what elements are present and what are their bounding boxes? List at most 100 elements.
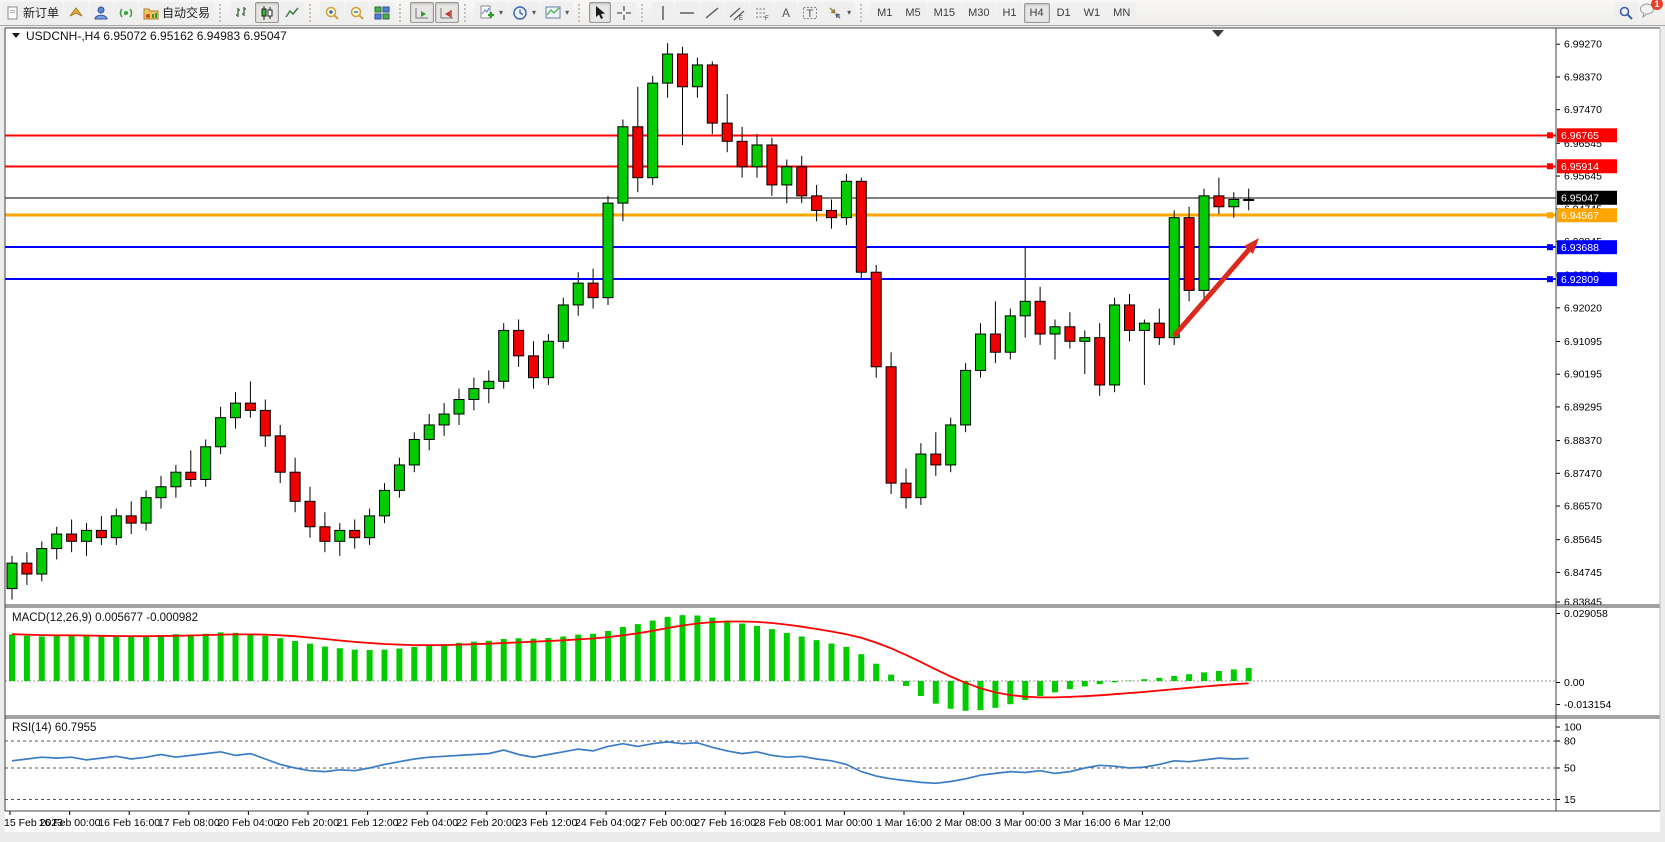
tf-button-m5[interactable]: M5 xyxy=(899,3,926,23)
cursor-tool-button[interactable] xyxy=(589,2,611,23)
candle-body xyxy=(335,530,345,541)
candle-body xyxy=(216,418,226,447)
clock-icon xyxy=(512,5,528,21)
signals-button[interactable] xyxy=(114,2,138,23)
equidistant-channel-icon: E xyxy=(729,5,745,21)
time-tick-label: 20 Feb 20:00 xyxy=(277,817,339,829)
dropdown-arrow-icon: ▾ xyxy=(532,8,536,17)
line-anchor-square[interactable] xyxy=(1547,163,1553,169)
candle-body xyxy=(618,127,628,203)
candle-body xyxy=(245,403,255,410)
gold-hat-icon xyxy=(68,5,84,21)
line-anchor-square[interactable] xyxy=(1547,212,1553,218)
tf-button-mn[interactable]: MN xyxy=(1107,3,1136,23)
time-tick-label: 3 Mar 16:00 xyxy=(1055,817,1111,829)
vertical-line-tool-button[interactable] xyxy=(652,2,674,23)
new-order-button[interactable]: 新订单 xyxy=(2,2,63,23)
time-tick-label: 3 Mar 00:00 xyxy=(995,817,1051,829)
candle-body xyxy=(484,381,494,388)
vertical-line-icon xyxy=(656,5,670,21)
chart-shift-button[interactable] xyxy=(435,2,459,23)
community-button[interactable] xyxy=(89,2,113,23)
periods-button[interactable]: ▾ xyxy=(508,2,540,23)
auto-trading-icon xyxy=(143,5,159,21)
text-a-icon: A xyxy=(779,5,793,20)
rsi-axis-label: 50 xyxy=(1564,763,1576,775)
price-label-text: 6.92809 xyxy=(1561,274,1599,286)
search-button[interactable] xyxy=(1614,2,1638,23)
tf-button-h1[interactable]: H1 xyxy=(996,3,1022,23)
candle-body xyxy=(648,83,658,178)
candle-body xyxy=(394,465,404,490)
price-tick-label: 6.85645 xyxy=(1564,534,1602,546)
auto-trading-button[interactable]: 自动交易 xyxy=(139,2,214,23)
tf-button-m15[interactable]: M15 xyxy=(928,3,961,23)
time-tick-label: 6 Mar 12:00 xyxy=(1114,817,1170,829)
tf-button-m1[interactable]: M1 xyxy=(871,3,898,23)
candle-body xyxy=(439,414,449,425)
chart-canvas[interactable]: 6.992706.983706.974706.965456.956456.947… xyxy=(0,26,1665,842)
candle-body xyxy=(37,549,47,574)
candle-body xyxy=(633,127,643,178)
time-tick-label: 1 Mar 16:00 xyxy=(876,817,932,829)
shapes-tool-button[interactable]: ▾ xyxy=(823,2,855,23)
tf-button-h4[interactable]: H4 xyxy=(1024,3,1050,23)
price-tick-label: 6.86570 xyxy=(1564,501,1602,513)
time-tick-label: 1 Mar 00:00 xyxy=(816,817,872,829)
tf-button-d1[interactable]: D1 xyxy=(1051,3,1077,23)
new-order-icon xyxy=(6,6,20,20)
auto-scroll-button[interactable] xyxy=(410,2,434,23)
price-tick-label: 6.91095 xyxy=(1564,336,1602,348)
candle-body xyxy=(946,425,956,465)
bar-chart-icon xyxy=(234,5,250,21)
candle-body xyxy=(1035,301,1045,334)
line-anchor-square[interactable] xyxy=(1547,132,1553,138)
candle-body xyxy=(827,210,837,217)
candlestick-mode-button[interactable] xyxy=(255,2,279,23)
bar-chart-mode-button[interactable] xyxy=(230,2,254,23)
svg-text:A: A xyxy=(782,6,790,20)
rsi-axis-label: 80 xyxy=(1564,736,1576,748)
candle-body xyxy=(1095,338,1105,385)
candle-body xyxy=(22,563,32,574)
price-label-text: 6.93688 xyxy=(1561,242,1599,254)
toolbar-separator xyxy=(641,4,647,22)
candle-body xyxy=(260,410,270,435)
zoom-out-button[interactable] xyxy=(345,2,369,23)
zoom-in-button[interactable] xyxy=(320,2,344,23)
notifications-button[interactable]: 1 xyxy=(1639,2,1657,23)
channel-tool-button[interactable]: E xyxy=(725,2,749,23)
candle-body xyxy=(1080,338,1090,342)
chart-window[interactable]: 6.992706.983706.974706.965456.956456.947… xyxy=(0,26,1665,842)
candle-body xyxy=(663,54,673,83)
trendline-tool-button[interactable] xyxy=(700,2,724,23)
market-button[interactable] xyxy=(64,2,88,23)
line-anchor-square[interactable] xyxy=(1547,244,1553,250)
add-indicator-button[interactable]: ▾ xyxy=(475,2,507,23)
templates-button[interactable]: ▾ xyxy=(541,2,573,23)
tile-windows-button[interactable] xyxy=(370,2,394,23)
candle-body xyxy=(1184,218,1194,291)
time-tick-label: 17 Feb 08:00 xyxy=(158,817,220,829)
candle-body xyxy=(1005,316,1015,352)
text-tool-button[interactable]: A xyxy=(775,2,797,23)
line-chart-mode-button[interactable] xyxy=(280,2,304,23)
line-anchor-square[interactable] xyxy=(1547,276,1553,282)
tf-button-w1[interactable]: W1 xyxy=(1078,3,1107,23)
crosshair-tool-button[interactable] xyxy=(612,2,636,23)
candle-body xyxy=(171,472,181,487)
candle-body xyxy=(1154,323,1164,338)
candle-body xyxy=(454,399,464,414)
price-tick-label: 6.87470 xyxy=(1564,468,1602,480)
candle-body xyxy=(350,530,360,537)
time-tick-label: 24 Feb 04:00 xyxy=(575,817,637,829)
horizontal-line-tool-button[interactable] xyxy=(675,2,699,23)
fibonacci-tool-button[interactable]: F xyxy=(750,2,774,23)
tf-button-m30[interactable]: M30 xyxy=(962,3,995,23)
svg-text:E: E xyxy=(739,16,743,21)
tile-windows-icon xyxy=(374,5,390,21)
candle-body xyxy=(722,123,732,141)
text-label-tool-button[interactable]: T xyxy=(798,2,822,23)
candle-body xyxy=(380,490,390,515)
candle-body xyxy=(1169,218,1179,338)
